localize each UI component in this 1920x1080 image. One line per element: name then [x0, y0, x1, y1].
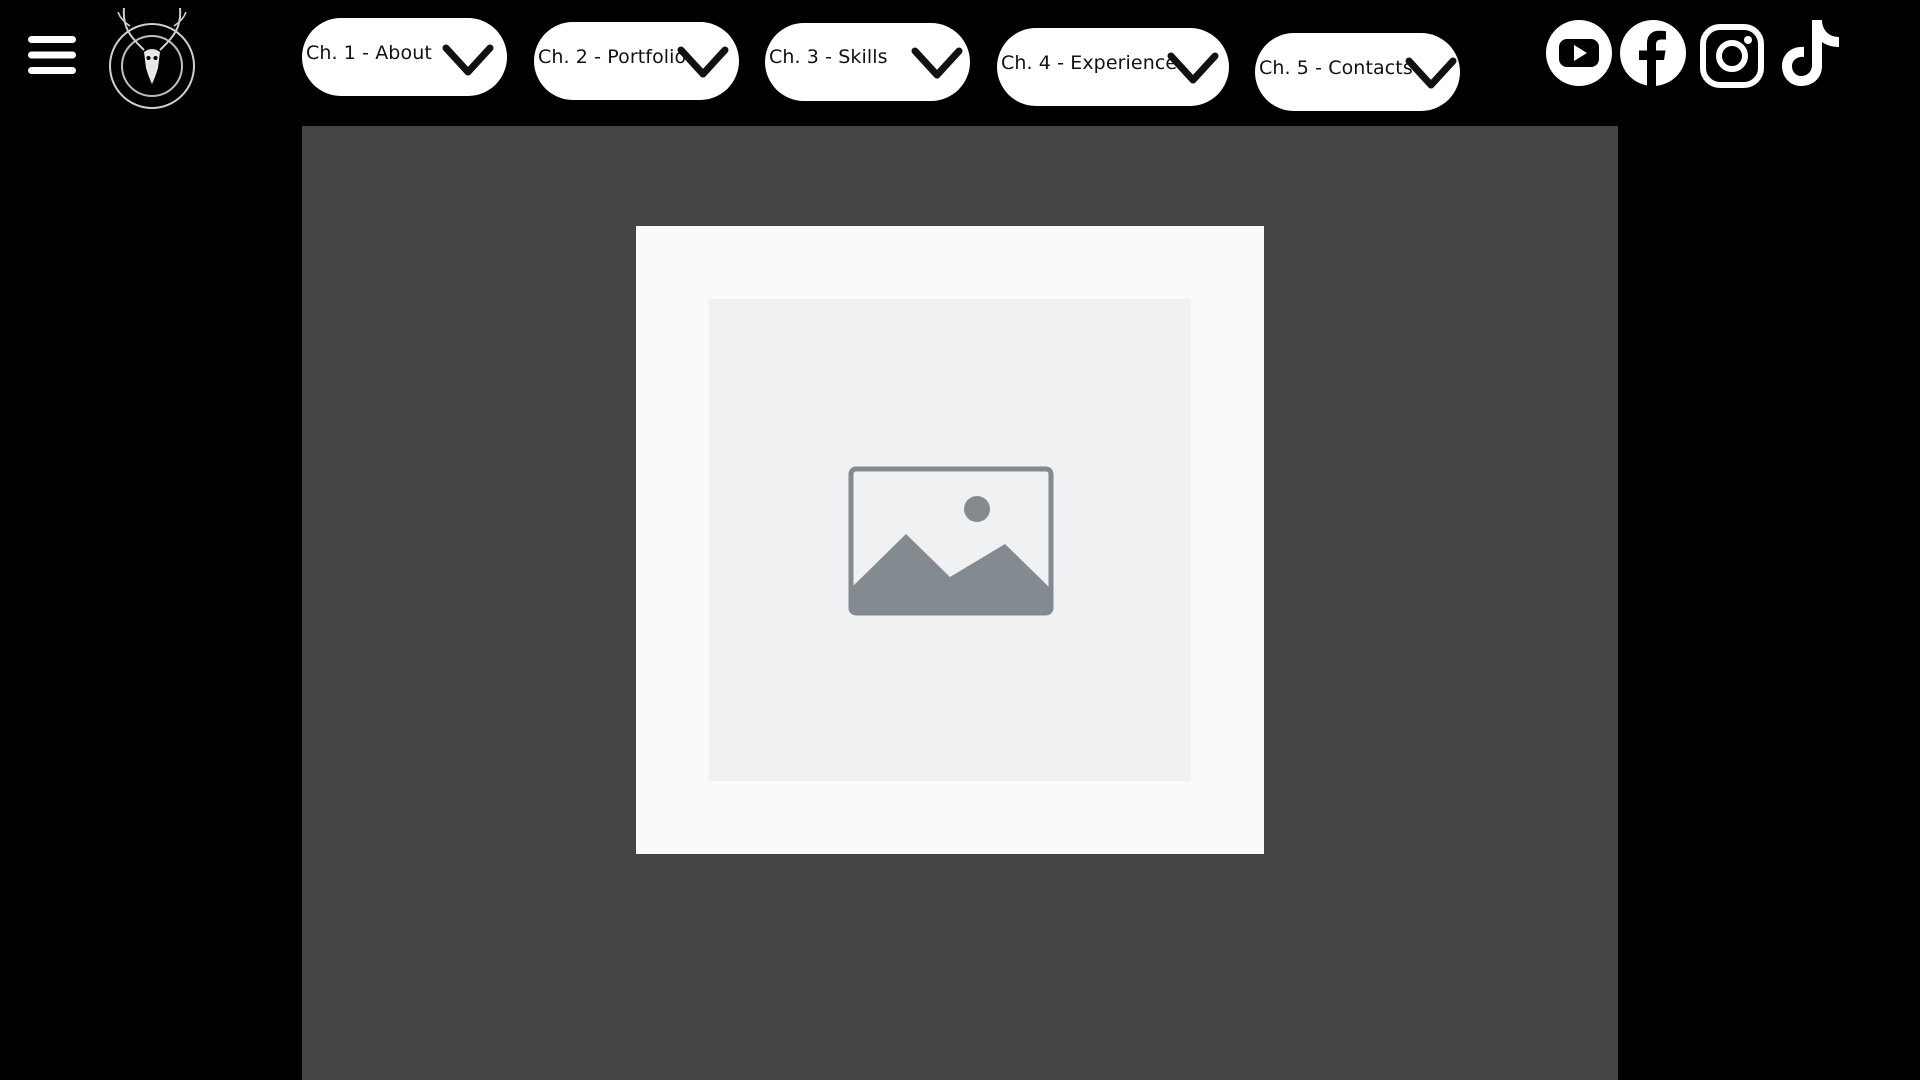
- nav-item-label: Ch. 4 - Experience: [1001, 52, 1178, 74]
- chevron-down-icon: [677, 46, 729, 78]
- antler-skull-logo-icon: [109, 7, 195, 109]
- tiktok-icon: [1782, 20, 1839, 86]
- chevron-down-icon: [442, 44, 494, 76]
- youtube-icon: [1546, 20, 1612, 86]
- nav-item-label: Ch. 3 - Skills: [769, 46, 888, 68]
- youtube-link[interactable]: [1546, 20, 1612, 86]
- instagram-link[interactable]: [1700, 24, 1764, 88]
- logo[interactable]: [100, 0, 204, 116]
- chevron-down-icon: [911, 47, 963, 79]
- nav-item-label: Ch. 5 - Contacts: [1259, 57, 1413, 79]
- chevron-down-icon: [1405, 57, 1457, 89]
- nav-item-skills[interactable]: Ch. 3 - Skills: [765, 23, 970, 101]
- facebook-link[interactable]: [1620, 20, 1686, 86]
- nav-item-experience[interactable]: Ch. 4 - Experience: [997, 28, 1229, 106]
- nav-item-portfolio[interactable]: Ch. 2 - Portfolio: [534, 22, 739, 100]
- nav-item-label: Ch. 2 - Portfolio: [538, 46, 687, 68]
- page: Ch. 1 - About Ch. 2 - Portfolio Ch. 3 - …: [0, 0, 1920, 1080]
- image-placeholder-inner: [709, 299, 1191, 781]
- nav-item-contacts[interactable]: Ch. 5 - Contacts: [1255, 33, 1460, 111]
- hamburger-menu-icon[interactable]: [26, 34, 78, 76]
- nav-item-about[interactable]: Ch. 1 - About: [302, 18, 507, 96]
- nav-item-label: Ch. 1 - About: [306, 42, 432, 64]
- facebook-icon: [1620, 20, 1686, 86]
- chevron-down-icon: [1167, 52, 1219, 84]
- instagram-icon: [1700, 24, 1764, 88]
- image-placeholder[interactable]: [636, 226, 1264, 854]
- image-placeholder-icon: [848, 466, 1054, 616]
- tiktok-link[interactable]: [1780, 18, 1842, 88]
